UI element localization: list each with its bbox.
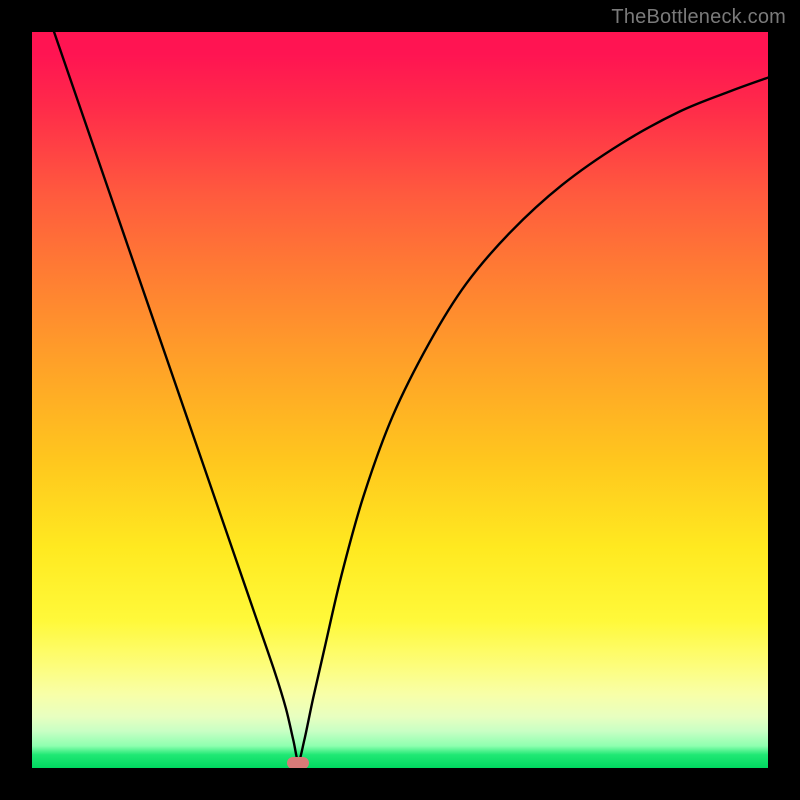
curve-svg (32, 32, 768, 768)
chart-frame: TheBottleneck.com (0, 0, 800, 800)
optimum-marker (287, 757, 309, 768)
bottleneck-curve (54, 32, 768, 761)
watermark-text: TheBottleneck.com (611, 6, 786, 29)
plot-area (32, 32, 768, 768)
